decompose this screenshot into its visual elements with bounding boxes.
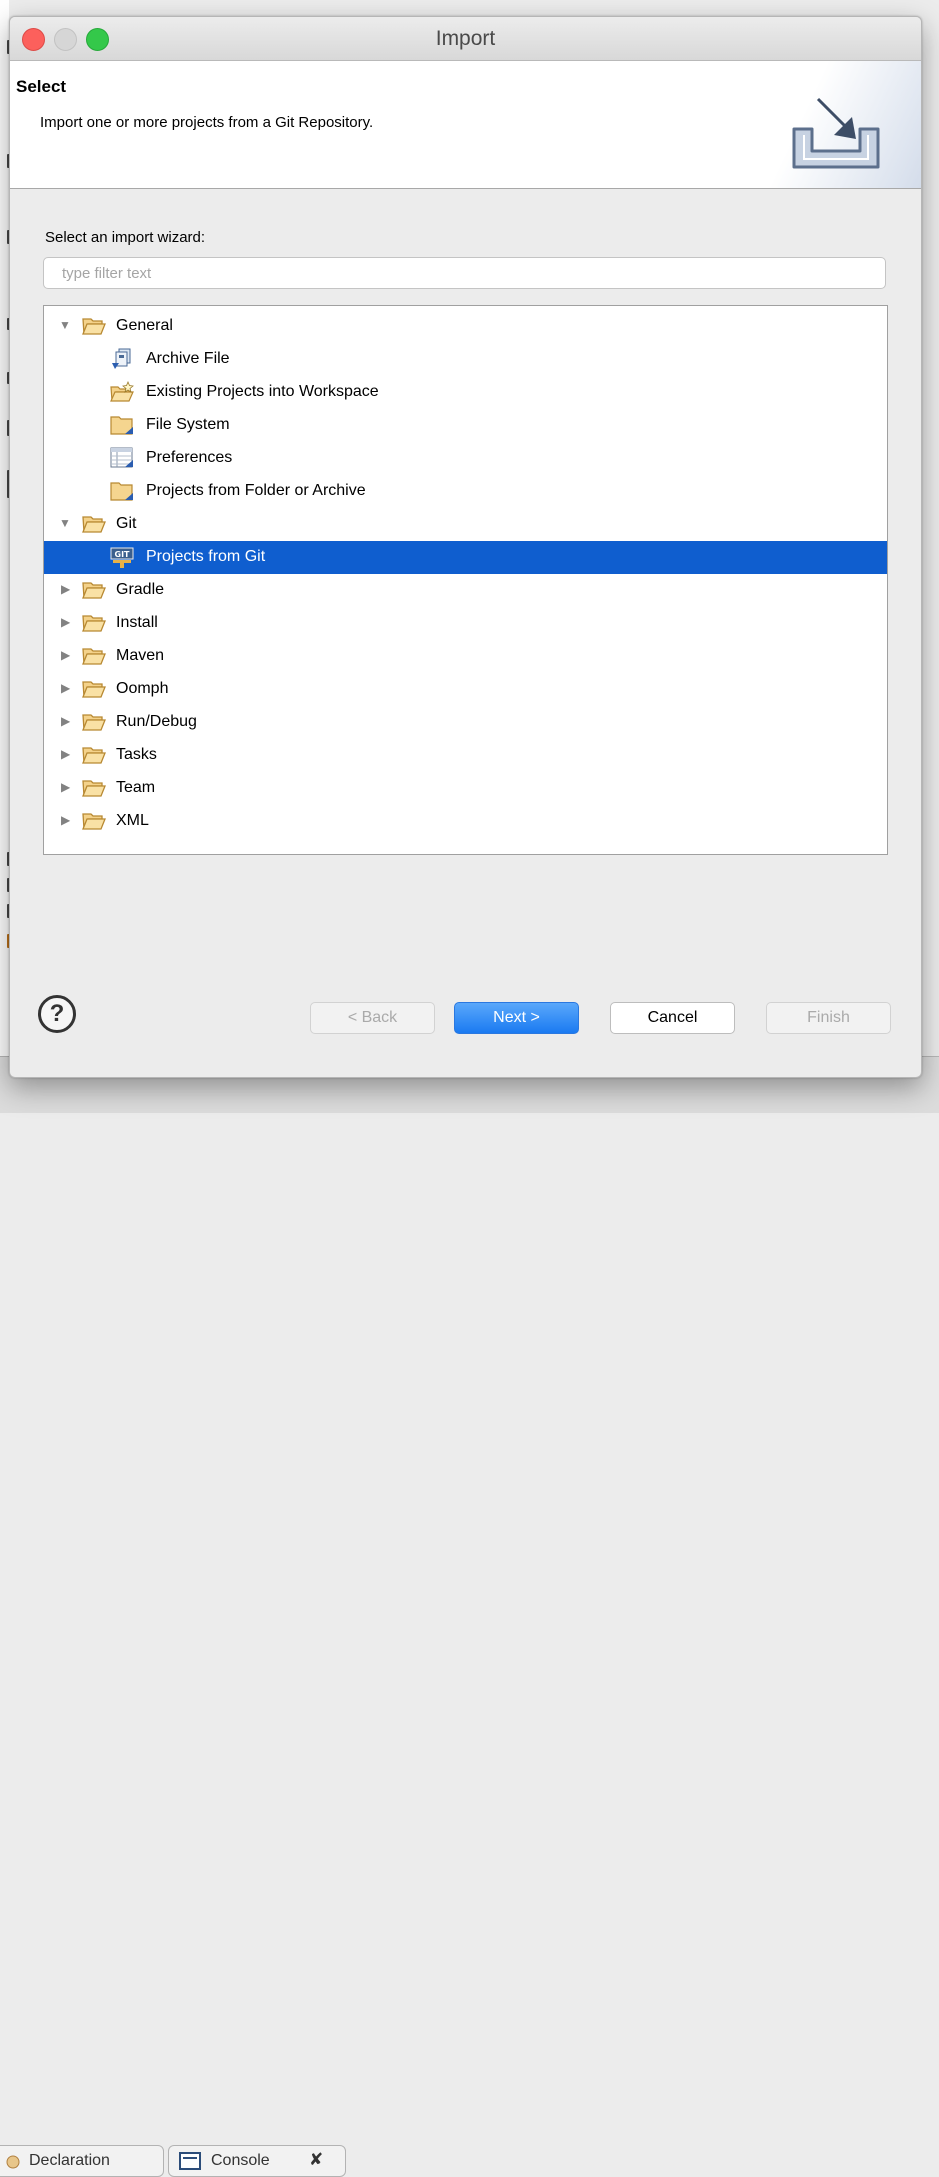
tree-item-gradle[interactable]: ▶ Gradle: [44, 574, 887, 607]
console-icon: [179, 2152, 201, 2170]
title-bar: Import: [10, 17, 921, 61]
tree-item-xml[interactable]: ▶ XML: [44, 805, 887, 838]
collapsed-triangle-icon[interactable]: ▶: [61, 583, 74, 596]
tree-item-label: Archive File: [146, 350, 230, 367]
import-wizard-icon: [792, 97, 880, 169]
tree-item-label: Tasks: [116, 746, 157, 763]
tree-item-team[interactable]: ▶ Team: [44, 772, 887, 805]
tree-item-install[interactable]: ▶ Install: [44, 607, 887, 640]
collapsed-triangle-icon[interactable]: ▶: [61, 649, 74, 662]
back-button[interactable]: < Back: [310, 1002, 435, 1034]
next-button[interactable]: Next >: [454, 1002, 579, 1034]
collapsed-triangle-icon[interactable]: ▶: [61, 814, 74, 827]
collapsed-triangle-icon[interactable]: ▶: [61, 748, 74, 761]
expanded-triangle-icon[interactable]: ▼: [59, 319, 72, 332]
tree-item-label: Preferences: [146, 449, 233, 466]
tree-item-oomph[interactable]: ▶ Oomph: [44, 673, 887, 706]
page-description: Import one or more projects from a Git R…: [40, 114, 374, 131]
folder-open-icon: [82, 615, 106, 632]
background-tab-declaration[interactable]: Declaration: [0, 2145, 164, 2177]
wizard-tree[interactable]: ▼ General Archive File Existing Projects…: [43, 305, 888, 855]
tree-item-label: Projects from Git: [146, 548, 266, 565]
tree-item-label: XML: [116, 812, 149, 829]
collapsed-triangle-icon[interactable]: ▶: [61, 682, 74, 695]
folder-open-icon: [82, 582, 106, 599]
folder-open-icon: [82, 714, 106, 731]
git-icon: GIT: [110, 547, 134, 568]
tree-item-label: Run/Debug: [116, 713, 197, 730]
finish-button[interactable]: Finish: [766, 1002, 891, 1034]
tree-item-label: Projects from Folder or Archive: [146, 482, 366, 499]
close-icon[interactable]: ✘: [309, 2150, 323, 2170]
window-title: Import: [435, 27, 496, 50]
tree-item-run-debug[interactable]: ▶ Run/Debug: [44, 706, 887, 739]
wizard-header: Select Import one or more projects from …: [10, 61, 921, 189]
filter-input[interactable]: [43, 257, 886, 289]
tree-item-label: Gradle: [116, 581, 165, 598]
page-title: Select: [16, 77, 67, 96]
tree-item-preferences[interactable]: Preferences: [44, 442, 887, 475]
file-system-icon: [110, 416, 133, 435]
background-tab-label: Declaration: [29, 2152, 110, 2169]
tree-item-label: General: [116, 317, 173, 334]
cancel-button[interactable]: Cancel: [610, 1002, 735, 1034]
tree-item-label: Existing Projects into Workspace: [146, 383, 379, 400]
collapsed-triangle-icon[interactable]: ▶: [61, 715, 74, 728]
folder-open-icon: [82, 747, 106, 764]
tree-item-projects-from-folder[interactable]: Projects from Folder or Archive: [44, 475, 887, 508]
projects-folder-icon: [110, 482, 133, 501]
tree-item-projects-from-git[interactable]: GIT Projects from Git: [44, 541, 887, 574]
svg-text:GIT: GIT: [115, 550, 131, 559]
background-tab-label: Console: [211, 2152, 270, 2169]
background-tab-console[interactable]: Console ✘: [168, 2145, 346, 2177]
tree-item-general[interactable]: ▼ General: [44, 310, 887, 343]
collapsed-triangle-icon[interactable]: ▶: [61, 781, 74, 794]
tree-item-label: Maven: [116, 647, 165, 664]
tree-item-label: Git: [116, 515, 137, 532]
expanded-triangle-icon[interactable]: ▼: [59, 517, 72, 530]
preferences-icon: [110, 447, 133, 468]
help-button[interactable]: ?: [38, 995, 76, 1033]
import-dialog: Import Select Import one or more project…: [9, 16, 922, 1078]
tree-item-label: Team: [116, 779, 156, 796]
archive-file-icon: [112, 348, 131, 369]
folder-open-icon: [82, 780, 106, 797]
declaration-icon: [6, 2155, 20, 2169]
tree-item-maven[interactable]: ▶ Maven: [44, 640, 887, 673]
folder-open-icon: [82, 648, 106, 665]
tree-item-existing-projects[interactable]: Existing Projects into Workspace: [44, 376, 887, 409]
folder-open-icon: [82, 813, 106, 830]
tree-item-label: Oomph: [116, 680, 169, 697]
folder-open-icon: [82, 318, 106, 335]
tree-item-git[interactable]: ▼ Git: [44, 508, 887, 541]
folder-open-icon: [82, 681, 106, 698]
wizard-list-label: Select an import wizard:: [45, 229, 206, 246]
tree-item-archive-file[interactable]: Archive File: [44, 343, 887, 376]
folder-open-icon: [82, 516, 106, 533]
existing-projects-icon: [110, 381, 134, 402]
collapsed-triangle-icon[interactable]: ▶: [61, 616, 74, 629]
tree-item-label: Install: [116, 614, 158, 631]
tree-item-label: File System: [146, 416, 230, 433]
tree-item-tasks[interactable]: ▶ Tasks: [44, 739, 887, 772]
tree-item-file-system[interactable]: File System: [44, 409, 887, 442]
